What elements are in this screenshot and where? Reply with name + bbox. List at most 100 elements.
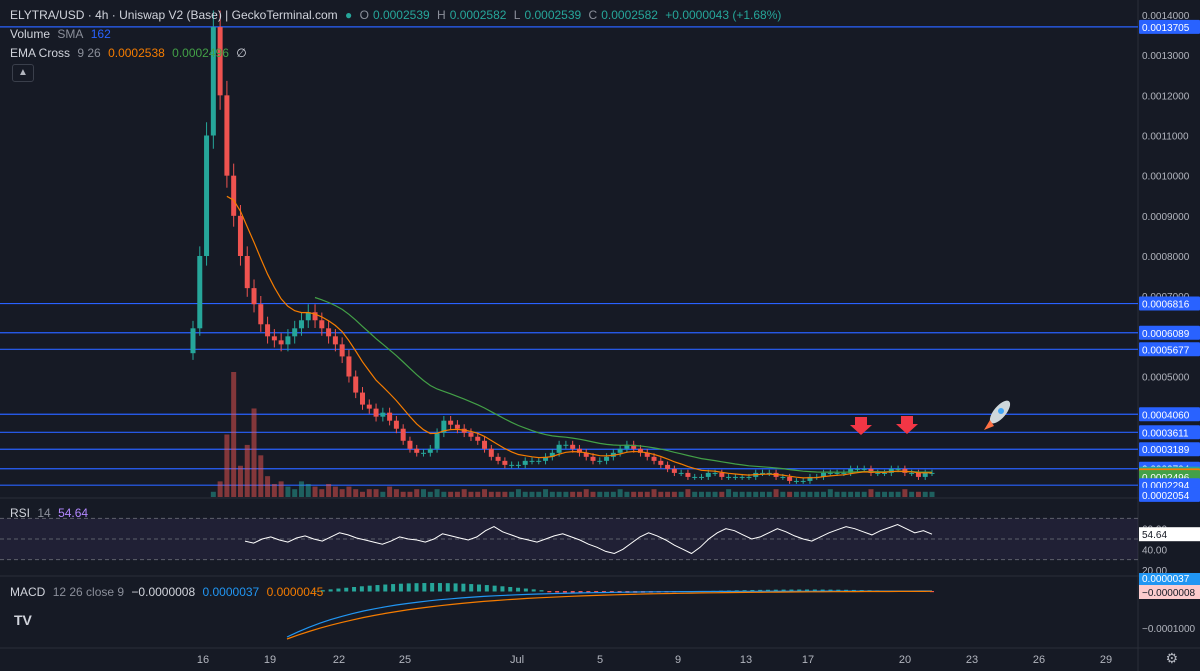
x-tick-label: 19 (264, 654, 276, 666)
volume-bar (475, 491, 481, 497)
candle-body (271, 336, 277, 341)
candle-body (434, 432, 440, 449)
candle-body (400, 428, 406, 441)
macd-hist-bar (523, 588, 528, 592)
macd-signal-value: 0.0000037 (202, 585, 260, 599)
volume-bar (685, 489, 691, 497)
volume-bar (427, 491, 433, 497)
volume-bar (495, 491, 501, 497)
price-tick-label: 0.0008000 (1142, 252, 1190, 263)
macd-hist-bar (375, 585, 380, 592)
candle-body (678, 472, 684, 474)
volume-bar (888, 491, 894, 497)
volume-bar (854, 491, 860, 497)
volume-bar (454, 491, 460, 497)
gear-icon[interactable]: ⚙ (1165, 650, 1178, 667)
candle-body (197, 256, 203, 329)
candle-body (915, 472, 921, 477)
macd-legend[interactable]: MACD 12 26 close 9 −0.0000008 0.0000037 … (10, 585, 327, 599)
volume-bar (719, 491, 725, 497)
rsi-legend[interactable]: RSI 14 54.64 (10, 506, 92, 520)
x-tick-label: 23 (966, 654, 978, 666)
volume-bar (821, 491, 827, 497)
volume-bar (373, 489, 379, 497)
tradingview-logo[interactable]: TV (14, 612, 42, 632)
volume-bar (814, 491, 820, 497)
volume-bar (448, 491, 454, 497)
volume-bar (556, 491, 562, 497)
macd-hist-bar (336, 588, 341, 592)
candle-body (563, 444, 569, 446)
candle-body (739, 476, 745, 478)
price-tick-label: 0.0011000 (1142, 132, 1189, 143)
volume-bar (671, 491, 677, 497)
candle-body (427, 448, 433, 453)
macd-hist-bar (414, 583, 419, 592)
candle-body (346, 356, 352, 377)
volume-bar (678, 491, 684, 497)
macd-hist-value: 0.0000045 (266, 585, 324, 599)
candle-body (719, 472, 725, 477)
candle-body (556, 444, 562, 453)
volume-bar (651, 489, 657, 497)
candle-body (590, 456, 596, 461)
candle-body (482, 440, 488, 449)
volume-bar (746, 491, 752, 497)
volume-bar (631, 491, 637, 497)
macd-hist-bar (531, 589, 536, 592)
volume-bar (882, 491, 888, 497)
candle-body (651, 456, 657, 461)
volume-sma-value: 162 (90, 27, 111, 41)
x-tick-label: 16 (197, 654, 209, 666)
candle-body (895, 468, 901, 470)
price-tick-label: 0.0010000 (1142, 172, 1190, 183)
price-chart[interactable]: 0.00140000.00130000.00120000.00110000.00… (0, 0, 1200, 671)
candle-body (732, 476, 738, 478)
candle-body (488, 448, 494, 457)
volume-bar (231, 372, 237, 497)
volume-bar (644, 491, 650, 497)
macd-hist-bar (359, 586, 364, 592)
candle-body (854, 468, 860, 470)
macd-hist-bar (562, 591, 567, 593)
candle-body (746, 476, 752, 478)
macd-hist-bar (367, 585, 372, 592)
volume-bar (366, 489, 372, 497)
rsi-label: RSI (10, 506, 31, 520)
candle-body (448, 420, 454, 425)
macd-label: MACD (10, 585, 46, 599)
candle-body (353, 376, 359, 393)
ema-label: EMA Cross (10, 46, 71, 60)
candle-body (861, 468, 867, 470)
volume-bar (312, 486, 318, 497)
volume-bar (292, 489, 298, 497)
volume-bar (536, 491, 542, 497)
macd-tick-label: −0.0001000 (1142, 624, 1196, 635)
x-tick-label: 22 (333, 654, 345, 666)
close-value: 0.0002582 (601, 8, 658, 22)
ema-legend[interactable]: EMA Cross 9 26 0.0002538 0.0002496 ∅ (10, 46, 251, 60)
volume-bar (610, 491, 616, 497)
volume-legend[interactable]: Volume SMA 162 (10, 27, 115, 41)
candle-body (468, 432, 474, 437)
volume-bar (834, 491, 840, 497)
candle-body (251, 288, 257, 305)
price-label-text: 0.0003611 (1142, 428, 1189, 439)
c-label: C (588, 8, 598, 22)
collapse-legend-button[interactable]: ▲ (12, 64, 34, 82)
volume-bar (468, 491, 474, 497)
price-label-text: 0.0006089 (1142, 329, 1190, 340)
volume-bar (895, 491, 901, 497)
volume-bar (271, 483, 277, 497)
price-label-text: 0.0004060 (1142, 410, 1190, 421)
ema-params: 9 26 (77, 46, 101, 60)
candle-body (210, 27, 216, 136)
candle-body (265, 324, 271, 337)
macd-hist-bar (477, 584, 482, 592)
volume-bar (841, 491, 847, 497)
macd-hist-bar (492, 585, 497, 592)
volume-bar (515, 489, 521, 497)
x-tick-label: 25 (399, 654, 411, 666)
candle-body (787, 476, 793, 481)
ema26-value: 0.0002496 (172, 46, 229, 60)
